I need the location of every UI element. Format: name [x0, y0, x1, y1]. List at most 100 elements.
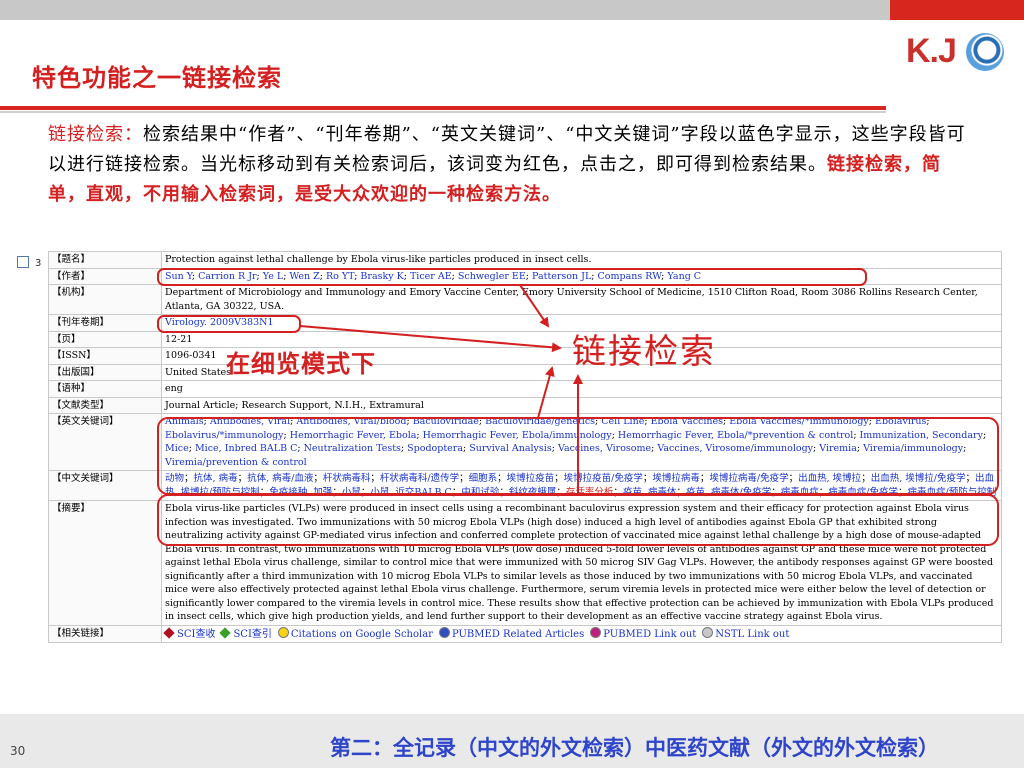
row-issn: 【ISSN】 1096-0341 — [48, 347, 1002, 365]
label-issn: 【ISSN】 — [48, 347, 162, 365]
description-lead: 链接检索： — [48, 124, 143, 145]
cn-keyword-link[interactable]: 小鼠 — [342, 487, 361, 498]
cn-keyword-link[interactable]: 埃博拉疫苗 — [507, 473, 555, 484]
cn-keyword-link[interactable]: 动物 — [165, 473, 184, 484]
label-language: 【语种】 — [48, 380, 162, 398]
en-keyword-link[interactable]: Hemorrhagic Fever, Ebola — [290, 430, 417, 441]
cn-keyword-link[interactable]: 小鼠, 近交BALB C — [370, 487, 451, 498]
author-link[interactable]: Compans RW — [598, 271, 662, 282]
en-keyword-link[interactable]: Spodoptera — [407, 443, 463, 454]
cn-keyword-link[interactable]: 埃博拉疫苗/免疫学 — [564, 473, 643, 484]
en-keyword-link[interactable]: Viremia/immunology — [863, 443, 963, 454]
cn-keyword-link[interactable]: 杆状病毒科 — [323, 473, 371, 484]
author-link[interactable]: Brasky K — [360, 271, 403, 282]
en-keyword-link[interactable]: Hemorrhagic Fever, Ebola/*prevention & c… — [618, 430, 853, 441]
link-separator: ； — [237, 473, 248, 484]
label-org: 【机构】 — [48, 284, 162, 315]
cn-keyword-link[interactable]: 病毒血症/预防与控制 — [908, 487, 997, 498]
issue-link[interactable]: Virology. 2009V383N1 — [165, 317, 274, 328]
row-cn-keywords: 【中文关键词】 动物；抗体, 病毒；抗体, 病毒/血液；杆状病毒科；杆状病毒科/… — [48, 470, 1002, 501]
related-link-label: Citations on Google Scholar — [290, 628, 433, 640]
link-separator: ； — [771, 486, 781, 498]
label-pages: 【页】 — [48, 330, 162, 348]
en-keyword-link[interactable]: Antibodies, Viral/blood — [296, 416, 406, 427]
row-related: 【相关链接】 SCI查收 SCI查引 Citations on Google Sch… — [48, 624, 1002, 643]
en-keyword-link[interactable]: Mice — [165, 443, 189, 454]
author-link[interactable]: Ye L — [263, 271, 283, 282]
related-link[interactable]: Citations on Google Scholar — [277, 626, 433, 640]
top-gray-bar — [0, 0, 890, 20]
related-link[interactable]: NSTL Link out — [702, 626, 789, 640]
value-doctype: Journal Article; Research Support, N.I.H… — [161, 396, 1002, 414]
value-language: eng — [161, 380, 1002, 398]
red-diamond-icon — [163, 626, 175, 639]
author-link[interactable]: Ro YT — [326, 271, 354, 282]
en-keyword-link[interactable]: Antibodies, Viral — [210, 416, 290, 427]
en-keyword-link[interactable]: Baculoviridae/genetics — [485, 416, 595, 427]
cn-keyword-link[interactable]: 抗体, 病毒/血液 — [247, 473, 313, 484]
record-checkbox[interactable] — [17, 256, 29, 268]
label-doctype: 【文献类型】 — [48, 396, 162, 414]
value-authors: Sun Y; Carrion R Jr; Ye L; Wen Z; Ro YT;… — [161, 267, 1002, 285]
cn-keyword-link[interactable]: 出血热, 埃博拉 — [798, 473, 861, 484]
cn-keyword-link[interactable]: 杆状病毒科/遗传学 — [380, 473, 459, 484]
author-link[interactable]: Ticer AE — [410, 271, 452, 282]
kj-logo: K.J — [906, 32, 1004, 76]
magenta-circle-icon — [590, 626, 602, 638]
cn-keyword-link[interactable]: 免疫接种, 加强 — [269, 487, 332, 498]
related-link[interactable]: SCI查引 — [219, 626, 272, 640]
en-keyword-link[interactable]: Ebola Vaccines — [651, 416, 723, 427]
cn-keyword-link[interactable]: 疫苗, 病毒体/免疫学 — [686, 487, 771, 498]
en-keyword-link[interactable]: Ebola Vaccines/*immunology — [729, 416, 869, 427]
cn-keyword-link[interactable]: 斜纹夜蛾属 — [509, 487, 557, 498]
en-keyword-link[interactable]: Neutralization Tests — [304, 443, 401, 454]
cn-keyword-link[interactable]: 病毒血症/免疫学 — [828, 487, 898, 498]
cn-keyword-link[interactable]: 出血热, 埃博拉/免疫学 — [871, 473, 966, 484]
cn-keyword-link[interactable]: 疫苗, 病毒体 — [623, 487, 677, 498]
cn-keyword-link[interactable]: 埃博拉病毒 — [652, 473, 700, 484]
related-link[interactable]: PUBMED Link out — [590, 626, 696, 640]
bottom-caption: 第二：全记录（中文的外文检索）中医药文献（外文的外文检索） — [330, 736, 939, 760]
link-separator: ; — [926, 416, 930, 427]
en-keyword-link[interactable]: Baculoviridae — [413, 416, 479, 427]
author-link[interactable]: Carrion R Jr — [198, 271, 256, 282]
en-keyword-link[interactable]: Immunization, Secondary — [860, 430, 983, 441]
related-link[interactable]: SCI查收 — [163, 626, 216, 640]
link-separator: ； — [313, 473, 323, 484]
en-keyword-link[interactable]: Mice, Inbred BALB C — [195, 443, 297, 454]
value-en-keywords: Animals; Antibodies, Viral; Antibodies, … — [161, 413, 1002, 471]
link-separator: ； — [259, 486, 270, 498]
row-title: 【题名】 Protection against lethal challenge… — [48, 251, 1002, 269]
en-keyword-link[interactable]: Ebolavirus/*immunology — [165, 430, 284, 441]
cn-keyword-link[interactable]: 抗体, 病毒 — [194, 473, 238, 484]
en-keyword-link[interactable]: Vaccines, Virosome — [558, 443, 651, 454]
en-keyword-link[interactable]: Animals — [165, 416, 204, 427]
page-number: 30 — [10, 744, 26, 758]
author-link[interactable]: Wen Z — [289, 271, 319, 282]
en-keyword-link[interactable]: Ebolavirus — [875, 416, 926, 427]
value-org: Department of Microbiology and Immunolog… — [161, 284, 1002, 315]
cn-keyword-link[interactable]: 埃博拉病毒/免疫学 — [709, 473, 788, 484]
en-keyword-link[interactable]: Viremia/prevention & control — [165, 457, 307, 468]
author-link[interactable]: Schwegler EE — [458, 271, 526, 282]
cn-keyword-link[interactable]: 细胞系 — [469, 473, 498, 484]
cn-keyword-link[interactable]: 病毒血症 — [781, 487, 819, 498]
record-select[interactable]: 3 — [17, 256, 41, 269]
related-link-label: SCI查收 — [177, 628, 216, 640]
author-link[interactable]: Yang C — [667, 271, 701, 282]
label-authors: 【作者】 — [48, 267, 162, 285]
en-keyword-link[interactable]: Vaccines, Virosome/immunology — [657, 443, 813, 454]
en-keyword-link[interactable]: Cell Line — [601, 416, 644, 427]
en-keyword-link[interactable]: Hemorrhagic Fever, Ebola/immunology — [423, 430, 612, 441]
author-link[interactable]: Patterson JL — [532, 271, 591, 282]
cn-keyword-link[interactable]: 中和试验 — [461, 487, 499, 498]
slide-title: 特色功能之一链接检索 — [32, 63, 282, 92]
cn-keyword-link[interactable]: 存活率分析 — [566, 487, 614, 498]
en-keyword-link[interactable]: Survival Analysis — [469, 443, 552, 454]
en-keyword-link[interactable]: Viremia — [819, 443, 857, 454]
row-abstract: 【摘要】 Ebola virus-like particles (VLPs) w… — [48, 500, 1002, 626]
related-link[interactable]: PUBMED Related Articles — [438, 626, 584, 640]
row-authors: 【作者】 Sun Y; Carrion R Jr; Ye L; Wen Z; R… — [48, 267, 1002, 285]
link-separator: ； — [497, 473, 507, 484]
author-link[interactable]: Sun Y — [165, 271, 192, 282]
